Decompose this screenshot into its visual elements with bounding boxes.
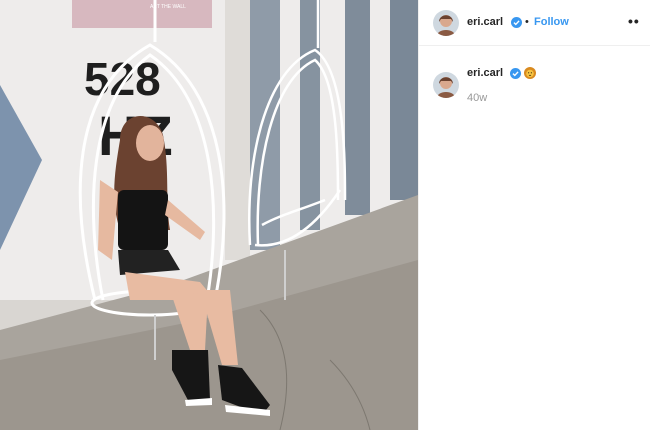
post-image: ART THE WALL 528 HZ: [0, 0, 418, 430]
caption-verified-badge-icon: [510, 68, 521, 79]
follow-button[interactable]: Follow: [534, 16, 569, 28]
wall-numbers: 528: [84, 53, 161, 105]
post-photo[interactable]: ART THE WALL 528 HZ: [0, 0, 418, 430]
header-username[interactable]: eri.carl: [467, 16, 503, 28]
header-separator: •: [525, 16, 529, 28]
post-side-panel: eri.carl • Follow •• eri.carl 40w: [418, 0, 650, 430]
avatar[interactable]: [433, 10, 459, 36]
caption-username[interactable]: eri.carl: [467, 67, 503, 79]
caption-avatar-image: [433, 72, 459, 98]
post-header: eri.carl • Follow ••: [419, 0, 650, 46]
more-options-icon[interactable]: ••: [628, 13, 640, 29]
post-age: 40w: [467, 92, 488, 104]
verified-badge-icon: [511, 17, 522, 28]
lion-face-icon: [524, 67, 536, 79]
caption-avatar[interactable]: [433, 72, 459, 98]
avatar-image: [433, 10, 459, 36]
